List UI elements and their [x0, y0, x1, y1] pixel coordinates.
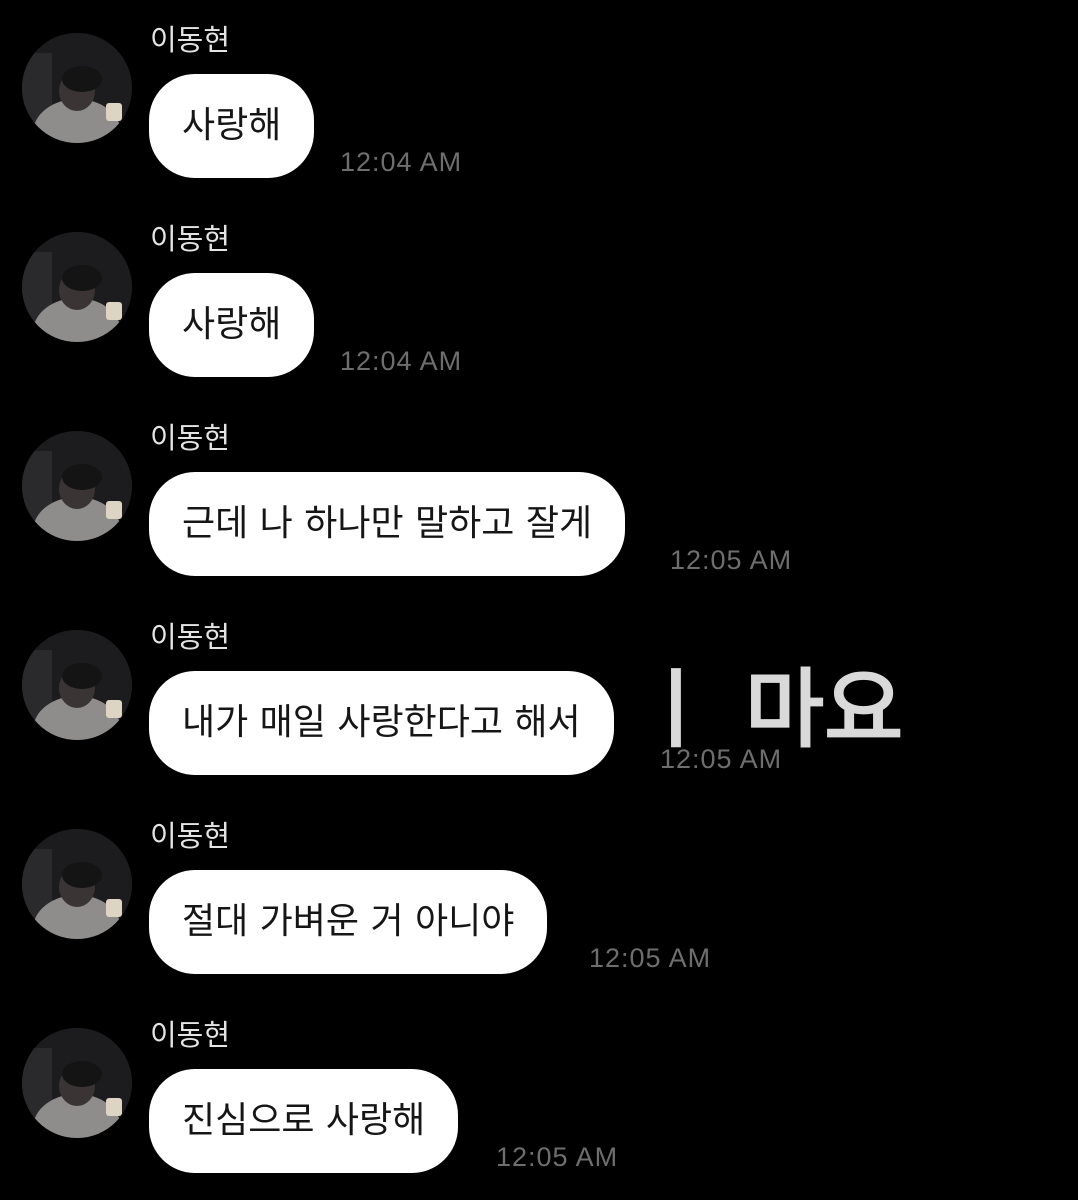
message-row: 이동현 절대 가벼운 거 아니야 12:05 AM: [0, 796, 1078, 996]
avatar[interactable]: [22, 431, 132, 541]
message-bubble[interactable]: 내가 매일 사랑한다고 해서: [149, 671, 614, 775]
message-bubble[interactable]: 사랑해: [149, 74, 315, 178]
sender-name: 이동현: [150, 222, 231, 256]
avatar[interactable]: [22, 630, 132, 740]
sender-name: 이동현: [150, 620, 231, 654]
avatar[interactable]: [22, 1028, 132, 1138]
avatar[interactable]: [22, 33, 132, 143]
avatar-photo-icon: [22, 1028, 132, 1138]
message-timestamp: 12:05 AM: [589, 943, 712, 973]
message-bubble[interactable]: 절대 가벼운 거 아니야: [149, 870, 548, 974]
avatar-photo-icon: [22, 829, 132, 939]
message-timestamp: 12:05 AM: [670, 545, 793, 575]
message-row: 이동현 내가 매일 사랑한다고 해서 12:05 AM: [0, 597, 1078, 797]
message-timestamp: 12:04 AM: [340, 147, 463, 177]
message-timestamp: 12:04 AM: [340, 346, 463, 376]
avatar-photo-icon: [22, 431, 132, 541]
avatar[interactable]: [22, 232, 132, 342]
avatar-photo-icon: [22, 630, 132, 740]
message-row: 이동현 사랑해 12:04 AM: [0, 0, 1078, 200]
avatar-photo-icon: [22, 33, 132, 143]
sender-name: 이동현: [150, 819, 231, 853]
message-row: 이동현 진심으로 사랑해 12:05 AM: [0, 995, 1078, 1195]
message-bubble[interactable]: 진심으로 사랑해: [149, 1069, 459, 1173]
overlay-caption: ㅣ 마요: [636, 660, 904, 760]
message-row: 이동현 근데 나 하나만 말하고 잘게 12:05 AM: [0, 398, 1078, 598]
message-bubble[interactable]: 근데 나 하나만 말하고 잘게: [149, 472, 626, 576]
message-row: 이동현 사랑해 12:04 AM: [0, 199, 1078, 399]
message-timestamp: 12:05 AM: [496, 1142, 619, 1172]
message-bubble[interactable]: 사랑해: [149, 273, 315, 377]
sender-name: 이동현: [150, 421, 231, 455]
sender-name: 이동현: [150, 1018, 231, 1052]
sender-name: 이동현: [150, 23, 231, 57]
avatar[interactable]: [22, 829, 132, 939]
avatar-photo-icon: [22, 232, 132, 342]
